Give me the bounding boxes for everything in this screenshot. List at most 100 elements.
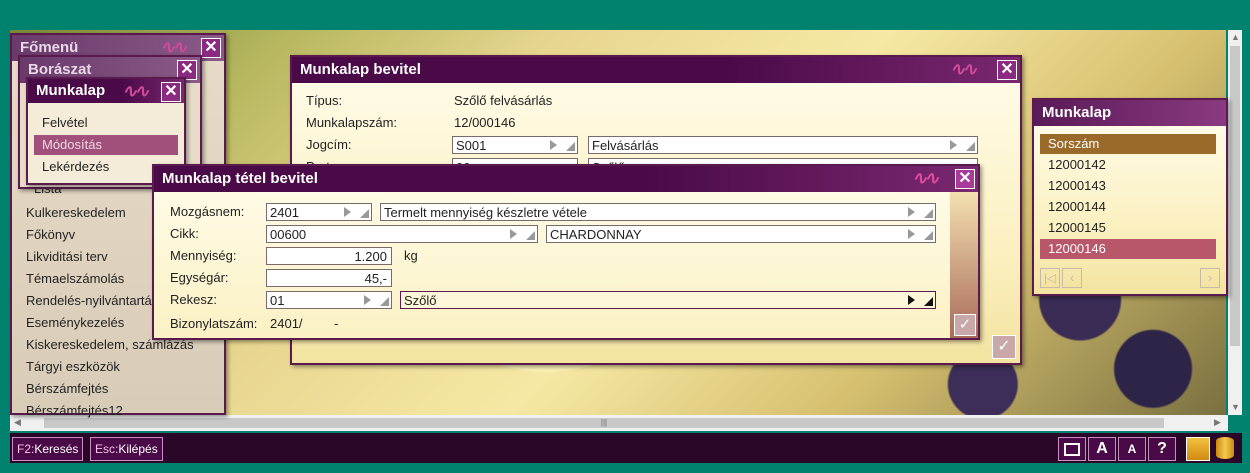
scroll-left-icon[interactable]: ◀ [14, 417, 21, 428]
confirm-check-icon[interactable]: ✓ [954, 314, 976, 336]
close-icon[interactable]: ✕ [997, 60, 1017, 80]
menu-item-felvetel[interactable]: Felvétel [34, 113, 178, 133]
window-icon[interactable] [1058, 437, 1086, 461]
dropdown-corner-icon[interactable] [924, 297, 933, 306]
main-menu-title: Főmenü [20, 39, 79, 56]
bin-code-value: 01 [270, 293, 285, 308]
logo-icon: ∿∿ [950, 59, 977, 79]
dropdown-corner-icon[interactable] [380, 297, 389, 306]
close-icon[interactable]: ✕ [161, 82, 181, 102]
worksheet-menu-title: Munkalap [36, 82, 106, 99]
dropdown-corner-icon[interactable] [360, 209, 369, 218]
worksheet-list-titlebar: Munkalap [1034, 100, 1226, 126]
menu-item-modositas[interactable]: Módosítás [34, 135, 178, 155]
item-entry-title: Munkalap tétel bevitel [162, 170, 318, 187]
item-code-value: 00600 [270, 227, 307, 242]
font-small-icon[interactable]: A [1118, 437, 1146, 461]
list-item[interactable]: 12000143 [1040, 176, 1216, 196]
confirm-check-icon[interactable]: ✓ [992, 335, 1016, 359]
search-key-label: Keresés [34, 442, 79, 456]
bin-label: Rekesz: [170, 292, 217, 307]
dropdown-corner-icon[interactable] [966, 142, 975, 151]
scroll-down-icon[interactable]: ▼ [1231, 402, 1240, 412]
movement-code-value: 2401 [270, 205, 299, 220]
list-item[interactable]: 12000142 [1040, 155, 1216, 175]
list-header[interactable]: Sorszám [1040, 134, 1216, 154]
monitor-icon[interactable] [1186, 437, 1210, 461]
jogcim-code-field[interactable]: S001 [452, 136, 578, 154]
jogcim-label: Jogcím: [306, 137, 352, 152]
next-page-icon[interactable]: › [1200, 268, 1220, 288]
lookup-arrow-icon[interactable] [950, 140, 957, 150]
item-label: Cikk: [170, 226, 199, 241]
logo-icon: ∿∿ [122, 81, 149, 101]
lookup-arrow-icon[interactable] [908, 295, 915, 305]
menu-item-likviditas[interactable]: Likviditási terv [26, 249, 108, 264]
lookup-arrow-icon[interactable] [510, 229, 517, 239]
menu-item-kulker[interactable]: Kulkereskedelem [26, 205, 126, 220]
menu-item-targyi[interactable]: Tárgyi eszközök [26, 359, 120, 374]
list-item[interactable]: 12000145 [1040, 218, 1216, 238]
unit-price-input[interactable]: 45,- [266, 269, 392, 287]
dropdown-corner-icon[interactable] [566, 142, 575, 151]
dropdown-corner-icon[interactable] [924, 209, 933, 218]
bin-name-field[interactable]: Szőlő [400, 291, 936, 309]
lookup-arrow-icon[interactable] [364, 295, 371, 305]
lookup-arrow-icon[interactable] [550, 140, 557, 150]
quantity-label: Mennyiség: [170, 248, 237, 263]
font-large-icon[interactable]: A [1088, 437, 1116, 461]
close-icon[interactable]: ✕ [201, 38, 221, 58]
database-icon[interactable] [1216, 437, 1234, 459]
menu-item-berszamfejtes12[interactable]: Bérszámfejtés12 [26, 403, 123, 418]
horizontal-scrollbar[interactable]: ◀ ||| ▶ [10, 415, 1228, 431]
type-label: Típus: [306, 93, 343, 108]
prev-page-icon[interactable]: ‹ [1062, 268, 1082, 288]
search-key-button[interactable]: F2:Keresés [12, 437, 84, 461]
search-key: F2: [17, 442, 35, 456]
bin-name-value: Szőlő [404, 293, 437, 308]
worksheet-menu-titlebar: Munkalap ∿∿ ✕ [28, 79, 184, 103]
menu-item-berszamfejtes[interactable]: Bérszámfejtés [26, 381, 108, 396]
type-value: Szőlő felvásárlás [454, 93, 553, 108]
menu-item-rendeles[interactable]: Rendelés-nyilvántartás [26, 293, 158, 308]
exit-key-button[interactable]: Esc:Kilépés [90, 437, 163, 461]
lookup-arrow-icon[interactable] [908, 229, 915, 239]
menu-item-temaelszamolas[interactable]: Témaelszámolás [26, 271, 124, 286]
item-name-field[interactable]: CHARDONNAY [546, 225, 936, 243]
item-entry-window: Munkalap tétel bevitel ∿∿ ✕ Mozgásnem: 2… [152, 164, 980, 340]
dropdown-corner-icon[interactable] [526, 231, 535, 240]
item-code-field[interactable]: 00600 [266, 225, 538, 243]
lookup-arrow-icon[interactable] [344, 207, 351, 217]
status-bar: F2:Keresés Esc:Kilépés A A ? [10, 433, 1242, 463]
scroll-thumb[interactable]: ||| [44, 418, 1164, 428]
lookup-arrow-icon[interactable] [908, 207, 915, 217]
document-number-label: Bizonylatszám: [170, 316, 258, 331]
worksheet-list-title: Munkalap [1042, 104, 1112, 121]
scroll-right-icon[interactable]: ▶ [1214, 417, 1221, 428]
worksheet-number-value: 12/000146 [454, 115, 516, 130]
scroll-thumb[interactable] [1230, 46, 1240, 346]
list-item[interactable]: 12000144 [1040, 197, 1216, 217]
unit-price-label: Egységár: [170, 270, 229, 285]
menu-item-fokonyv[interactable]: Főkönyv [26, 227, 75, 242]
document-number-suffix: - [334, 316, 339, 331]
movement-name-field[interactable]: Termelt mennyiség készletre vétele [380, 203, 936, 221]
vertical-scrollbar[interactable]: ▲ ▼ [1228, 30, 1242, 415]
bin-code-field[interactable]: 01 [266, 291, 392, 309]
first-page-icon[interactable]: |◁ [1040, 268, 1060, 288]
list-item-selected[interactable]: 12000146 [1040, 239, 1216, 259]
movement-code-field[interactable]: 2401 [266, 203, 372, 221]
item-name-value: CHARDONNAY [550, 227, 642, 242]
close-icon[interactable]: ✕ [955, 169, 975, 189]
winery-title: Borászat [28, 61, 92, 78]
quantity-input[interactable]: 1.200 [266, 247, 392, 265]
jogcim-name-field[interactable]: Felvásárlás [588, 136, 978, 154]
exit-key-label: Kilépés [118, 442, 158, 456]
help-icon[interactable]: ? [1148, 437, 1176, 461]
dropdown-corner-icon[interactable] [924, 231, 933, 240]
menu-item-esemeny[interactable]: Eseménykezelés [26, 315, 124, 330]
exit-key: Esc: [95, 442, 119, 456]
worksheet-entry-title: Munkalap bevitel [300, 61, 421, 78]
scroll-up-icon[interactable]: ▲ [1231, 32, 1240, 42]
quantity-unit: kg [404, 248, 418, 263]
